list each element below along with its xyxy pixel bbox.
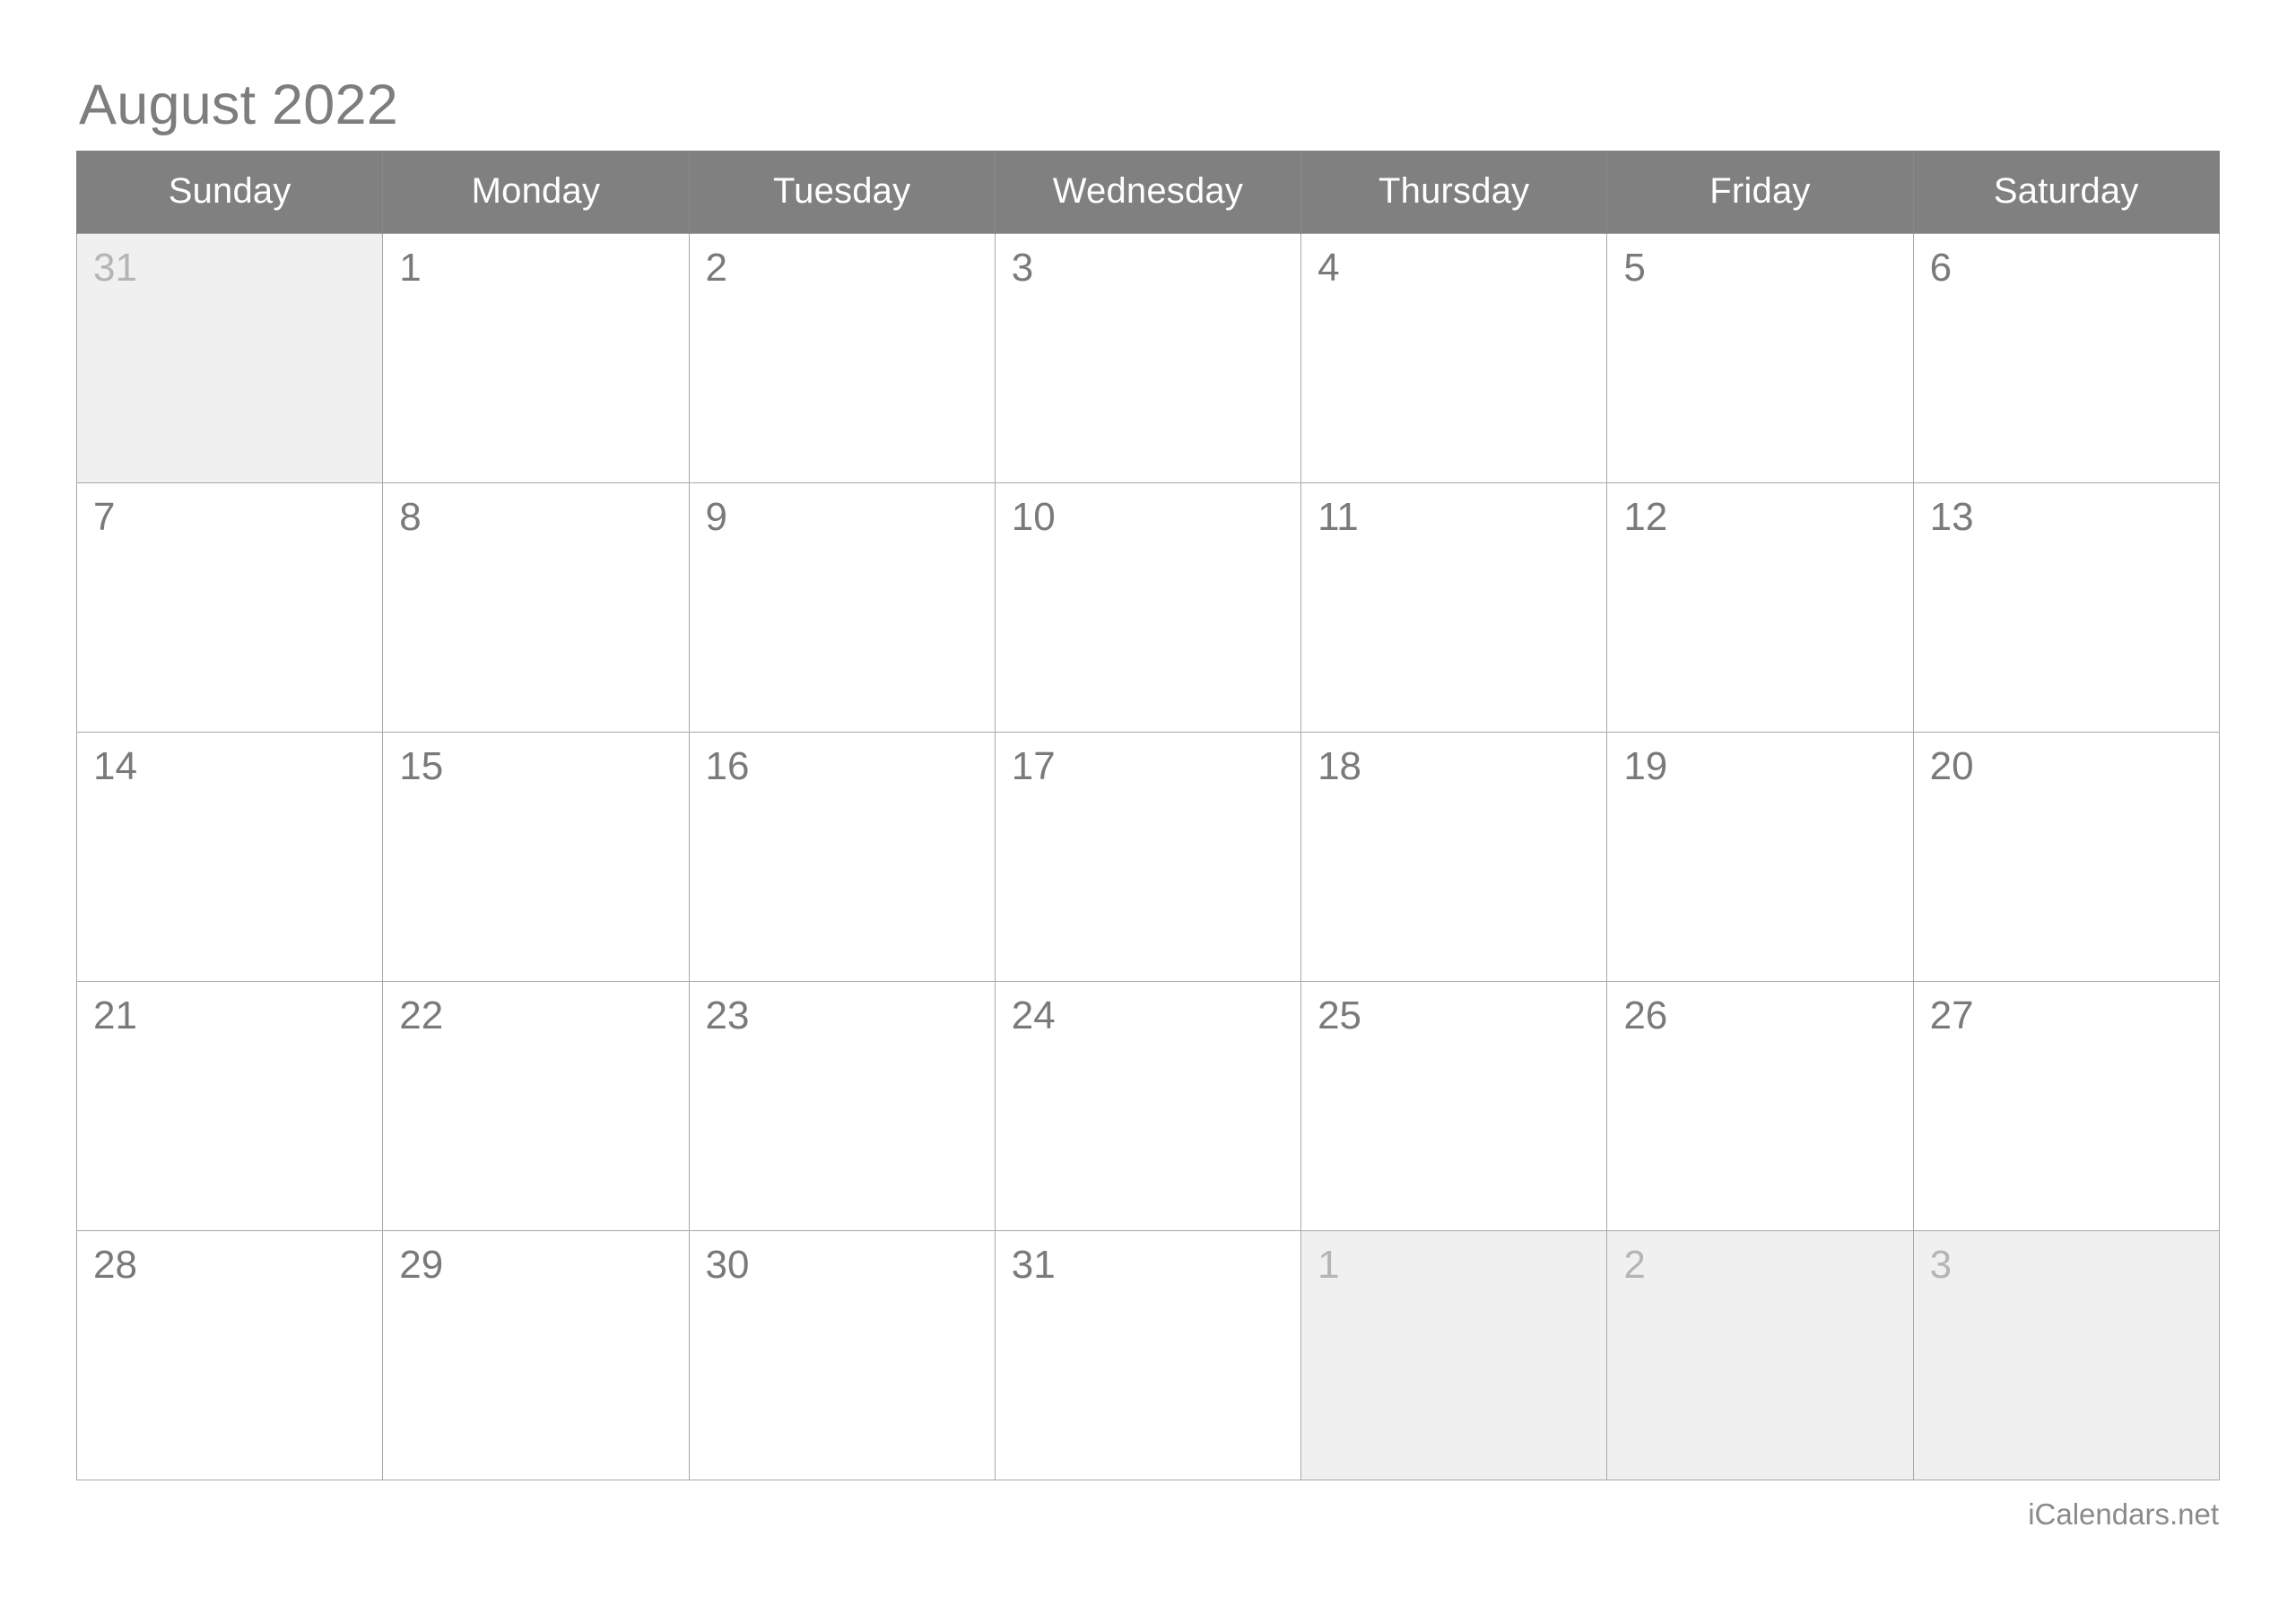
calendar-day-cell[interactable]: 7 (75, 482, 384, 733)
day-number: 30 (705, 1242, 750, 1287)
day-number: 10 (1011, 494, 1056, 539)
calendar-day-cell[interactable]: 3 (1912, 1229, 2220, 1480)
page-title: August 2022 (79, 74, 398, 136)
day-number: 2 (705, 245, 728, 290)
day-number: 7 (93, 494, 116, 539)
calendar-day-cell[interactable]: 16 (688, 731, 996, 982)
calendar-day-cell[interactable]: 9 (688, 482, 996, 733)
calendar-page: August 2022 Sunday Monday Tuesday Wednesday… (0, 0, 2296, 1623)
calendar-day-cell[interactable]: 3 (994, 232, 1302, 483)
calendar-day-cell[interactable]: 10 (994, 482, 1302, 733)
calendar-day-cell[interactable]: 12 (1606, 482, 1914, 733)
calendar-day-cell[interactable]: 31 (994, 1229, 1302, 1480)
calendar-day-cell[interactable]: 21 (75, 980, 384, 1231)
weekday-header-sunday: Sunday (75, 151, 384, 233)
calendar-week-row: 21 22 23 24 25 26 27 (75, 980, 2220, 1231)
weekday-header-monday: Monday (382, 151, 690, 233)
calendar-day-cell[interactable]: 1 (382, 232, 690, 483)
calendar-week-row: 31 1 2 3 4 5 6 (75, 232, 2220, 483)
calendar-day-cell[interactable]: 2 (688, 232, 996, 483)
calendar-day-cell[interactable]: 6 (1912, 232, 2220, 483)
calendar-day-cell[interactable]: 8 (382, 482, 690, 733)
weekday-header-wednesday: Wednesday (994, 151, 1302, 233)
calendar-day-cell[interactable]: 19 (1606, 731, 1914, 982)
calendar-day-cell[interactable]: 20 (1912, 731, 2220, 982)
day-number: 17 (1011, 743, 1056, 788)
day-number: 20 (1929, 743, 1974, 788)
day-number: 1 (1318, 1242, 1340, 1287)
day-number: 1 (399, 245, 422, 290)
day-number: 26 (1623, 993, 1668, 1037)
calendar-day-cell[interactable]: 23 (688, 980, 996, 1231)
calendar-day-cell[interactable]: 11 (1300, 482, 1608, 733)
calendar-day-cell[interactable]: 2 (1606, 1229, 1914, 1480)
weekday-header-thursday: Thursday (1300, 151, 1608, 233)
calendar-grid: Sunday Monday Tuesday Wednesday Thursday Frid… (75, 151, 2220, 1480)
calendar-day-cell[interactable]: 14 (75, 731, 384, 982)
calendar-day-cell[interactable]: 22 (382, 980, 690, 1231)
day-number: 8 (399, 494, 422, 539)
calendar-head: Sunday Monday Tuesday Wednesday Thursday Frid… (75, 151, 2220, 233)
calendar-day-cell[interactable]: 13 (1912, 482, 2220, 733)
calendar-day-cell[interactable]: 17 (994, 731, 1302, 982)
weekday-header-saturday: Saturday (1912, 151, 2220, 233)
day-number: 21 (93, 993, 137, 1037)
day-number: 22 (399, 993, 444, 1037)
day-number: 2 (1623, 1242, 1646, 1287)
calendar-day-cell[interactable]: 15 (382, 731, 690, 982)
weekday-header-row: Sunday Monday Tuesday Wednesday Thursday Frid… (75, 151, 2220, 233)
calendar-day-cell[interactable]: 25 (1300, 980, 1608, 1231)
day-number: 3 (1929, 1242, 1952, 1287)
day-number: 18 (1318, 743, 1362, 788)
day-number: 29 (399, 1242, 444, 1287)
weekday-header-friday: Friday (1606, 151, 1914, 233)
calendar-day-cell[interactable]: 28 (75, 1229, 384, 1480)
day-number: 9 (705, 494, 728, 539)
calendar-week-row: 28 29 30 31 1 2 3 (75, 1229, 2220, 1480)
footer-credit: iCalendars.net (2028, 1497, 2219, 1531)
day-number: 19 (1623, 743, 1668, 788)
day-number: 14 (93, 743, 137, 788)
calendar-day-cell[interactable]: 26 (1606, 980, 1914, 1231)
day-number: 27 (1929, 993, 1974, 1037)
calendar-day-cell[interactable]: 29 (382, 1229, 690, 1480)
calendar-day-cell[interactable]: 31 (75, 232, 384, 483)
day-number: 23 (705, 993, 750, 1037)
calendar-day-cell[interactable]: 4 (1300, 232, 1608, 483)
calendar-table: Sunday Monday Tuesday Wednesday Thursday Frid… (75, 151, 2220, 1480)
day-number: 4 (1318, 245, 1340, 290)
day-number: 11 (1318, 494, 1359, 539)
calendar-day-cell[interactable]: 30 (688, 1229, 996, 1480)
calendar-body: 31 1 2 3 4 5 6 7 8 9 10 11 12 13 14 15 16 17 18 19 20 21 22 23 2… (75, 232, 2220, 1480)
calendar-week-row: 14 15 16 17 18 19 20 (75, 731, 2220, 982)
day-number: 31 (1011, 1242, 1056, 1287)
day-number: 16 (705, 743, 750, 788)
weekday-header-tuesday: Tuesday (688, 151, 996, 233)
day-number: 5 (1623, 245, 1646, 290)
day-number: 15 (399, 743, 444, 788)
calendar-day-cell[interactable]: 5 (1606, 232, 1914, 483)
calendar-day-cell[interactable]: 1 (1300, 1229, 1608, 1480)
day-number: 6 (1929, 245, 1952, 290)
calendar-week-row: 7 8 9 10 11 12 13 (75, 482, 2220, 733)
day-number: 24 (1011, 993, 1056, 1037)
calendar-day-cell[interactable]: 24 (994, 980, 1302, 1231)
calendar-day-cell[interactable]: 18 (1300, 731, 1608, 982)
day-number: 31 (93, 245, 137, 290)
day-number: 3 (1011, 245, 1034, 290)
calendar-day-cell[interactable]: 27 (1912, 980, 2220, 1231)
day-number: 12 (1623, 494, 1668, 539)
day-number: 25 (1318, 993, 1362, 1037)
day-number: 28 (93, 1242, 137, 1287)
day-number: 13 (1929, 494, 1974, 539)
